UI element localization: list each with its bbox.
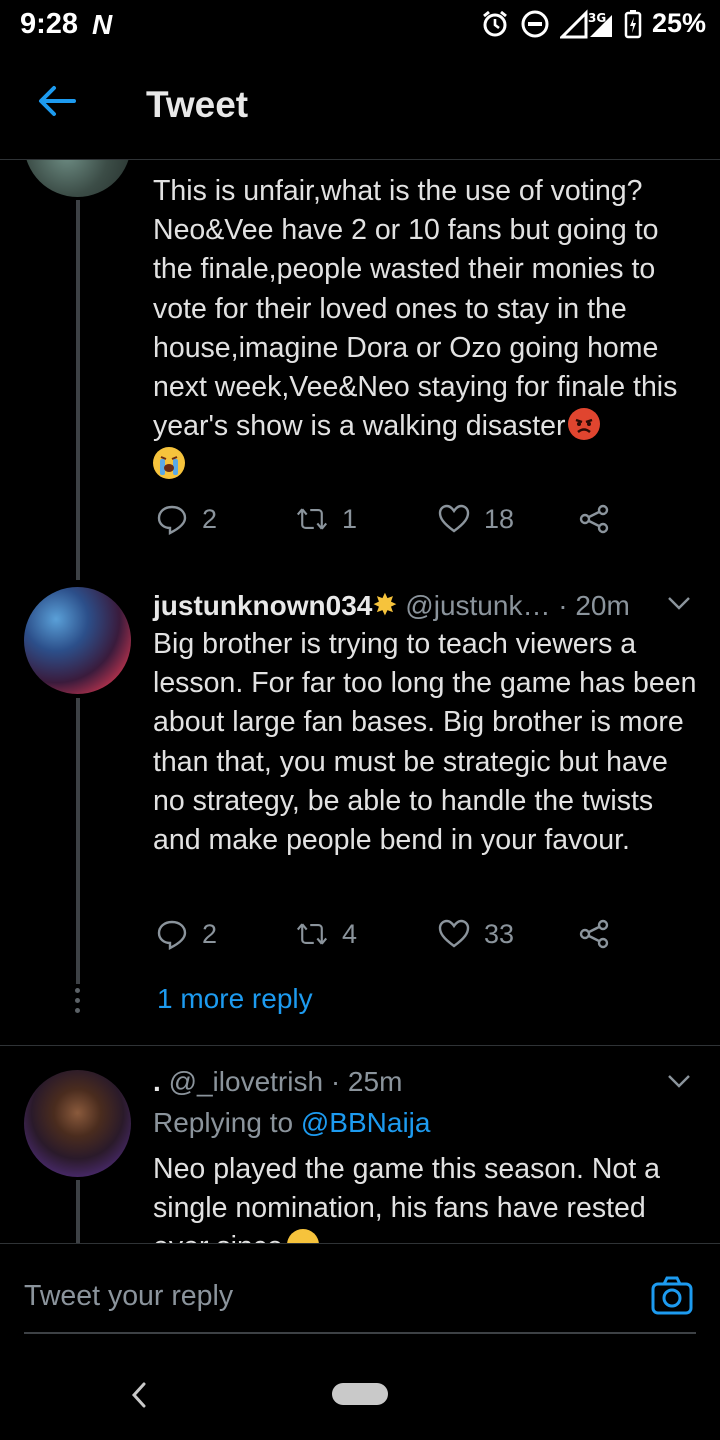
heart-icon bbox=[438, 504, 470, 533]
battery-icon bbox=[624, 9, 642, 38]
avatar[interactable] bbox=[24, 1070, 131, 1177]
smiley-emoji bbox=[286, 1229, 319, 1243]
tweet-actions: 2 1 18 bbox=[156, 503, 696, 543]
reply-action[interactable]: 2 bbox=[156, 918, 217, 950]
input-underline bbox=[24, 1332, 696, 1334]
tweet-header: . @_ilovetrish · 25m bbox=[153, 1066, 402, 1098]
reply-count: 2 bbox=[202, 918, 218, 949]
retweet-icon bbox=[296, 508, 328, 530]
reply-icon bbox=[157, 920, 187, 950]
tweet-header: justunknown034✸ @justunk… · 20m bbox=[153, 588, 630, 623]
timestamp: · 20m bbox=[558, 590, 630, 621]
crying-face-emoji bbox=[153, 447, 185, 480]
retweet-action[interactable]: 1 bbox=[296, 503, 357, 535]
retweet-icon bbox=[296, 923, 328, 945]
back-arrow-icon[interactable] bbox=[34, 78, 80, 124]
tweet-text: Neo played the game this season. Not a s… bbox=[153, 1150, 698, 1243]
reply-composer[interactable]: Tweet your reply bbox=[0, 1243, 720, 1353]
status-icons: 3G 25% bbox=[480, 8, 706, 39]
retweet-count: 4 bbox=[342, 918, 358, 949]
avatar[interactable] bbox=[24, 160, 131, 197]
display-name[interactable]: . bbox=[153, 1066, 161, 1097]
divider bbox=[0, 1045, 720, 1046]
network-label: 3G bbox=[588, 11, 606, 25]
top-app-bar: Tweet bbox=[0, 52, 720, 160]
share-icon bbox=[579, 504, 609, 534]
handle[interactable]: @_ilovetrish bbox=[169, 1066, 323, 1097]
tweet-body: Neo played the game this season. Not a s… bbox=[153, 1153, 660, 1243]
timestamp: · 25m bbox=[330, 1066, 403, 1097]
more-replies-link[interactable]: 1 more reply bbox=[157, 983, 313, 1015]
do-not-disturb-icon bbox=[521, 10, 549, 37]
share-action[interactable] bbox=[578, 918, 610, 950]
angry-face-emoji bbox=[567, 408, 600, 441]
nav-home-pill[interactable] bbox=[332, 1383, 388, 1405]
status-bar: 9:28 N 3G 25% bbox=[0, 0, 720, 52]
conversation-feed[interactable]: This is unfair,what is the use of voting… bbox=[0, 160, 720, 1243]
reply-input[interactable]: Tweet your reply bbox=[24, 1280, 233, 1313]
share-icon bbox=[579, 919, 609, 949]
replying-to-handle[interactable]: @BBNaija bbox=[301, 1107, 431, 1138]
display-name[interactable]: justunknown034 bbox=[153, 590, 372, 621]
nav-back-icon[interactable] bbox=[128, 1378, 150, 1412]
star-emoji: ✸ bbox=[372, 589, 398, 622]
alarm-icon bbox=[483, 10, 507, 36]
thread-line bbox=[76, 698, 80, 984]
signal-icon: 3G bbox=[559, 8, 612, 38]
thread-line bbox=[76, 1180, 80, 1243]
tweet-actions: 2 4 33 bbox=[156, 918, 696, 958]
heart-icon bbox=[438, 919, 470, 948]
like-count: 18 bbox=[484, 503, 515, 534]
reply-action[interactable]: 2 bbox=[156, 503, 217, 535]
chevron-down-icon[interactable] bbox=[666, 1068, 692, 1094]
retweet-count: 1 bbox=[342, 503, 358, 534]
tweet-text: This is unfair,what is the use of voting… bbox=[153, 172, 698, 486]
status-time: 9:28 bbox=[20, 8, 79, 40]
like-count: 33 bbox=[484, 918, 515, 949]
handle[interactable]: @justunk… bbox=[405, 590, 550, 621]
system-nav-bar bbox=[0, 1353, 720, 1440]
avatar[interactable] bbox=[24, 587, 131, 694]
thread-dots bbox=[75, 988, 81, 1013]
thread-line bbox=[76, 200, 80, 580]
tweet-text: Big brother is trying to teach viewers a… bbox=[153, 628, 697, 857]
retweet-action[interactable]: 4 bbox=[296, 918, 357, 950]
like-action[interactable]: 33 bbox=[438, 918, 514, 950]
tweet-body: This is unfair,what is the use of voting… bbox=[153, 175, 678, 443]
replying-to: Replying to @BBNaija bbox=[153, 1107, 430, 1139]
page-title: Tweet bbox=[146, 84, 249, 125]
chevron-down-icon[interactable] bbox=[666, 590, 692, 616]
replying-prefix: Replying to bbox=[153, 1107, 294, 1138]
share-action[interactable] bbox=[578, 503, 610, 535]
reply-icon bbox=[157, 505, 187, 535]
like-action[interactable]: 18 bbox=[438, 503, 514, 535]
notification-n-icon: N bbox=[92, 9, 113, 40]
camera-icon[interactable] bbox=[650, 1275, 694, 1317]
battery-percent: 25% bbox=[651, 8, 706, 38]
reply-count: 2 bbox=[202, 503, 218, 534]
